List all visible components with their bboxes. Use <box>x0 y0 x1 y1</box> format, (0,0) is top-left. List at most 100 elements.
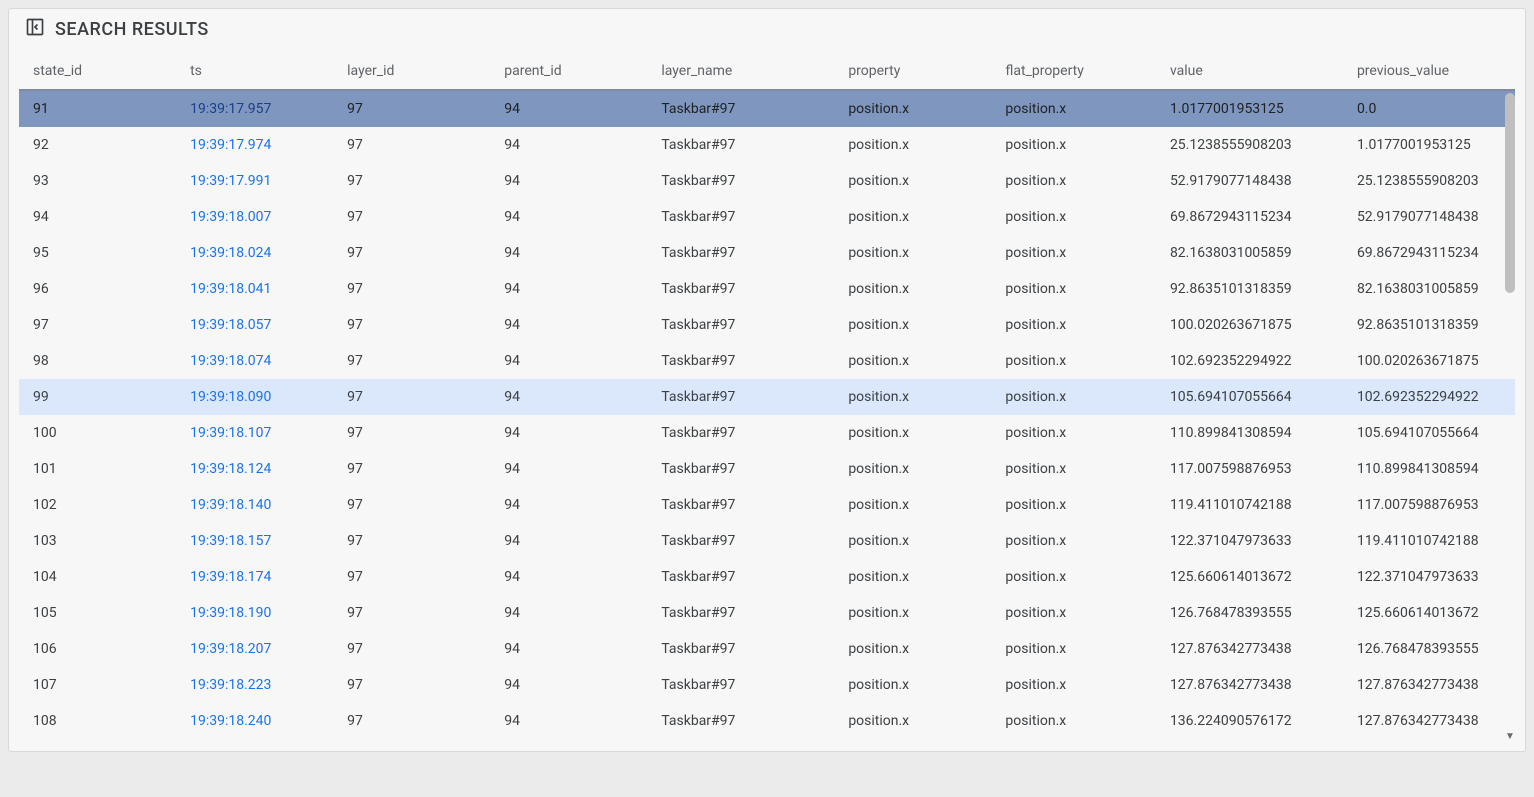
ts-link[interactable]: 19:39:18.107 <box>190 425 271 441</box>
cell-flat_property: position.x <box>991 595 1156 631</box>
ts-link[interactable]: 19:39:18.124 <box>190 461 271 477</box>
col-parent_id[interactable]: parent_id <box>490 53 647 90</box>
table-row[interactable]: 9219:39:17.9749794Taskbar#97position.xpo… <box>19 127 1515 163</box>
table-row[interactable]: 10619:39:18.2079794Taskbar#97position.xp… <box>19 631 1515 667</box>
cell-parent_id: 94 <box>490 271 647 307</box>
scrollbar-thumb[interactable] <box>1505 93 1515 293</box>
ts-link[interactable]: 19:39:18.174 <box>190 569 271 585</box>
cell-parent_id: 94 <box>490 487 647 523</box>
cell-property: position.x <box>834 667 991 703</box>
cell-ts: 19:39:18.207 <box>176 631 333 667</box>
col-previous_value[interactable]: previous_value <box>1343 53 1515 90</box>
cell-previous_value: 82.1638031005859 <box>1343 271 1515 307</box>
col-value[interactable]: value <box>1156 53 1343 90</box>
cell-value: 25.1238555908203 <box>1156 127 1343 163</box>
table-row[interactable]: 10019:39:18.1079794Taskbar#97position.xp… <box>19 415 1515 451</box>
col-layer_id[interactable]: layer_id <box>333 53 490 90</box>
ts-link[interactable]: 19:39:18.057 <box>190 317 271 333</box>
table-row[interactable]: 9519:39:18.0249794Taskbar#97position.xpo… <box>19 235 1515 271</box>
col-property[interactable]: property <box>834 53 991 90</box>
ts-link[interactable]: 19:39:18.157 <box>190 533 271 549</box>
cell-layer_name: Taskbar#97 <box>647 379 834 415</box>
table-row[interactable]: 10219:39:18.1409794Taskbar#97position.xp… <box>19 487 1515 523</box>
table-row[interactable]: 9919:39:18.0909794Taskbar#97position.xpo… <box>19 379 1515 415</box>
cell-ts: 19:39:18.107 <box>176 415 333 451</box>
ts-link[interactable]: 19:39:18.223 <box>190 677 271 693</box>
cell-flat_property: position.x <box>991 307 1156 343</box>
cell-flat_property: position.x <box>991 127 1156 163</box>
ts-link[interactable]: 19:39:18.090 <box>190 389 271 405</box>
cell-state_id: 95 <box>19 235 176 271</box>
cell-layer_name: Taskbar#97 <box>647 703 834 739</box>
col-flat_property[interactable]: flat_property <box>991 53 1156 90</box>
cell-ts: 19:39:18.124 <box>176 451 333 487</box>
cell-value: 92.8635101318359 <box>1156 271 1343 307</box>
ts-link[interactable]: 19:39:18.190 <box>190 605 271 621</box>
ts-link[interactable]: 19:39:17.974 <box>190 137 271 153</box>
table-row[interactable]: 10519:39:18.1909794Taskbar#97position.xp… <box>19 595 1515 631</box>
cell-property: position.x <box>834 523 991 559</box>
cell-property: position.x <box>834 451 991 487</box>
cell-flat_property: position.x <box>991 415 1156 451</box>
table-row[interactable]: 9419:39:18.0079794Taskbar#97position.xpo… <box>19 199 1515 235</box>
cell-ts: 19:39:18.190 <box>176 595 333 631</box>
ts-link[interactable]: 19:39:18.207 <box>190 641 271 657</box>
col-ts[interactable]: ts <box>176 53 333 90</box>
table-row[interactable]: 10819:39:18.2409794Taskbar#97position.xp… <box>19 703 1515 739</box>
panel-title: SEARCH RESULTS <box>55 19 209 40</box>
cell-parent_id: 94 <box>490 415 647 451</box>
ts-link[interactable]: 19:39:18.041 <box>190 281 271 297</box>
table-row[interactable]: 9619:39:18.0419794Taskbar#97position.xpo… <box>19 271 1515 307</box>
ts-link[interactable]: 19:39:18.240 <box>190 713 271 729</box>
panel-header: SEARCH RESULTS <box>9 9 1525 53</box>
cell-previous_value: 126.768478393555 <box>1343 631 1515 667</box>
table-row[interactable]: 9319:39:17.9919794Taskbar#97position.xpo… <box>19 163 1515 199</box>
cell-previous_value: 25.1238555908203 <box>1343 163 1515 199</box>
table-row[interactable]: 10719:39:18.2239794Taskbar#97position.xp… <box>19 667 1515 703</box>
cell-state_id: 91 <box>19 90 176 127</box>
cell-flat_property: position.x <box>991 523 1156 559</box>
cell-value: 102.692352294922 <box>1156 343 1343 379</box>
cell-parent_id: 94 <box>490 667 647 703</box>
cell-layer_id: 97 <box>333 523 490 559</box>
ts-link[interactable]: 19:39:18.007 <box>190 209 271 225</box>
cell-layer_id: 97 <box>333 343 490 379</box>
cell-ts: 19:39:18.090 <box>176 379 333 415</box>
cell-value: 127.876342773438 <box>1156 667 1343 703</box>
ts-link[interactable]: 19:39:18.024 <box>190 245 271 261</box>
cell-layer_name: Taskbar#97 <box>647 487 834 523</box>
table-row[interactable]: 9819:39:18.0749794Taskbar#97position.xpo… <box>19 343 1515 379</box>
ts-link[interactable]: 19:39:17.991 <box>190 173 271 189</box>
cell-flat_property: position.x <box>991 631 1156 667</box>
cell-state_id: 107 <box>19 667 176 703</box>
ts-link[interactable]: 19:39:17.957 <box>190 101 271 117</box>
cell-layer_name: Taskbar#97 <box>647 235 834 271</box>
cell-layer_id: 97 <box>333 127 490 163</box>
cell-layer_name: Taskbar#97 <box>647 523 834 559</box>
cell-parent_id: 94 <box>490 90 647 127</box>
cell-parent_id: 94 <box>490 451 647 487</box>
cell-ts: 19:39:18.074 <box>176 343 333 379</box>
cell-value: 119.411010742188 <box>1156 487 1343 523</box>
col-layer_name[interactable]: layer_name <box>647 53 834 90</box>
cell-property: position.x <box>834 379 991 415</box>
table-row[interactable]: 10319:39:18.1579794Taskbar#97position.xp… <box>19 523 1515 559</box>
cell-value: 69.8672943115234 <box>1156 199 1343 235</box>
table-row[interactable]: 10419:39:18.1749794Taskbar#97position.xp… <box>19 559 1515 595</box>
table-row[interactable]: 9119:39:17.9579794Taskbar#97position.xpo… <box>19 90 1515 127</box>
cell-property: position.x <box>834 343 991 379</box>
cell-value: 52.9179077148438 <box>1156 163 1343 199</box>
cell-layer_id: 97 <box>333 199 490 235</box>
table-row[interactable]: 10119:39:18.1249794Taskbar#97position.xp… <box>19 451 1515 487</box>
search-results-panel: SEARCH RESULTS state_id ts layer_id pare… <box>8 8 1526 752</box>
table-row[interactable]: 9719:39:18.0579794Taskbar#97position.xpo… <box>19 307 1515 343</box>
cell-flat_property: position.x <box>991 90 1156 127</box>
scrollbar-track[interactable]: ▼ <box>1503 93 1517 739</box>
cell-flat_property: position.x <box>991 199 1156 235</box>
scrollbar-down-arrow[interactable]: ▼ <box>1503 729 1517 743</box>
ts-link[interactable]: 19:39:18.140 <box>190 497 271 513</box>
cell-parent_id: 94 <box>490 631 647 667</box>
ts-link[interactable]: 19:39:18.074 <box>190 353 271 369</box>
cell-property: position.x <box>834 415 991 451</box>
col-state_id[interactable]: state_id <box>19 53 176 90</box>
